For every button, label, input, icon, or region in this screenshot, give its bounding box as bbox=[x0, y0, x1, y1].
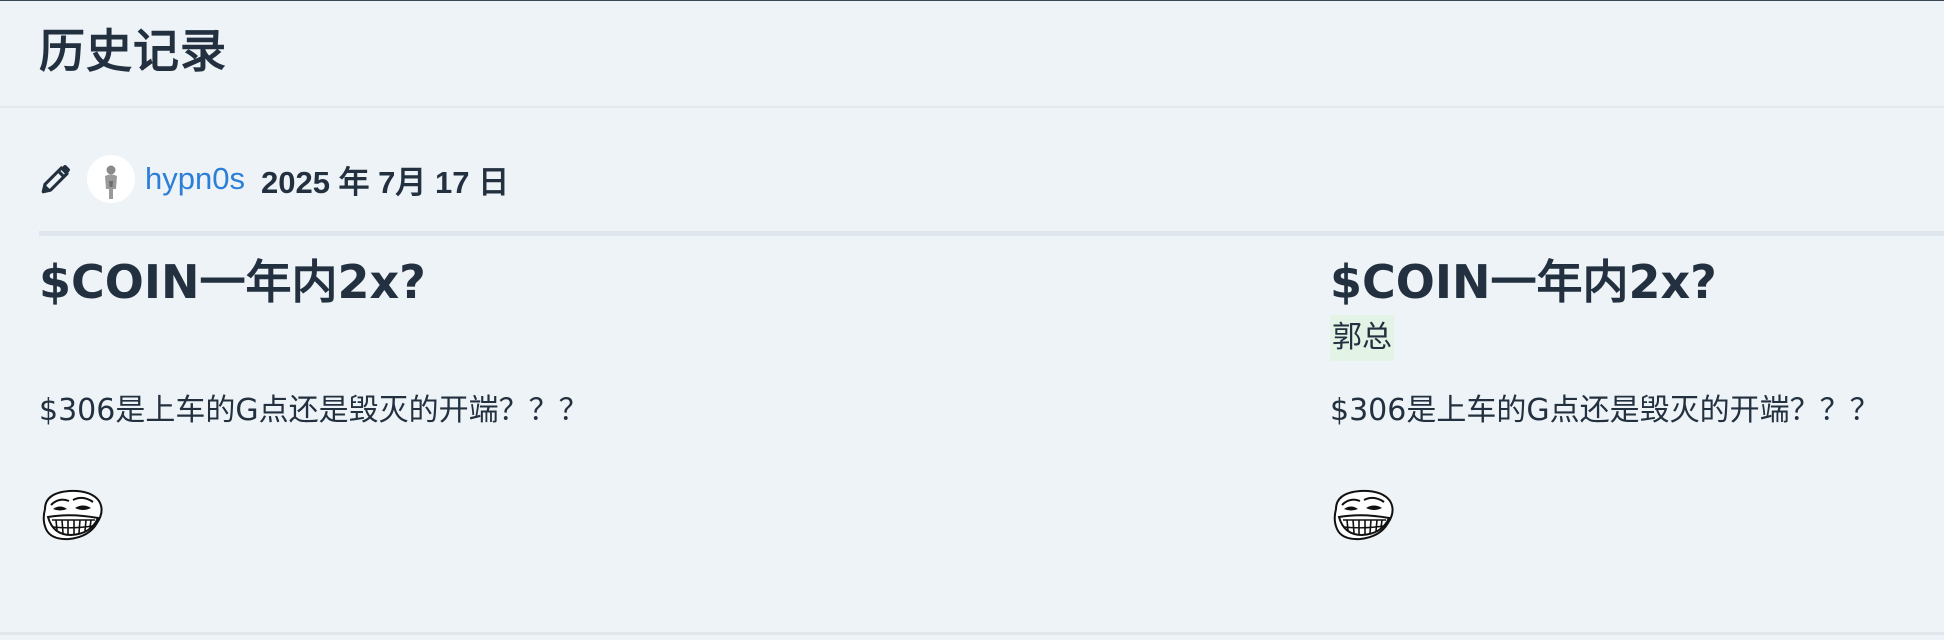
previous-title: $COIN一年内2x? bbox=[39, 255, 426, 309]
trollface-emoji bbox=[1330, 487, 1396, 543]
current-version: $COIN一年内2x? 郭总 $306是上车的G点还是毁灭的开端？？？ bbox=[1330, 251, 1930, 541]
page-title: 历史记录 bbox=[39, 24, 227, 78]
previous-version: $COIN一年内2x? $306是上车的G点还是毁灭的开端？？？ bbox=[39, 251, 1279, 541]
previous-body: $306是上车的G点还是毁灭的开端？？？ bbox=[39, 393, 589, 428]
current-body: $306是上车的G点还是毁灭的开端？？？ bbox=[1330, 393, 1880, 428]
bottom-divider bbox=[0, 632, 1944, 635]
history-page: 历史记录 hypn0s 2025 年 7月 17 日 $COIN一年内2x? $… bbox=[0, 0, 1944, 640]
page-header: 历史记录 bbox=[0, 1, 1944, 108]
revision-date: 2025 年 7月 17 日 bbox=[260, 164, 510, 200]
added-text: 郭总 bbox=[1330, 315, 1394, 361]
author-link[interactable]: hypn0s bbox=[145, 161, 245, 197]
pencil-icon bbox=[39, 162, 73, 196]
avatar[interactable] bbox=[87, 155, 135, 203]
current-title: $COIN一年内2x? bbox=[1330, 255, 1717, 309]
meta-divider bbox=[39, 231, 1944, 236]
revision-meta: hypn0s 2025 年 7月 17 日 bbox=[39, 154, 509, 204]
trollface-emoji bbox=[39, 487, 105, 543]
